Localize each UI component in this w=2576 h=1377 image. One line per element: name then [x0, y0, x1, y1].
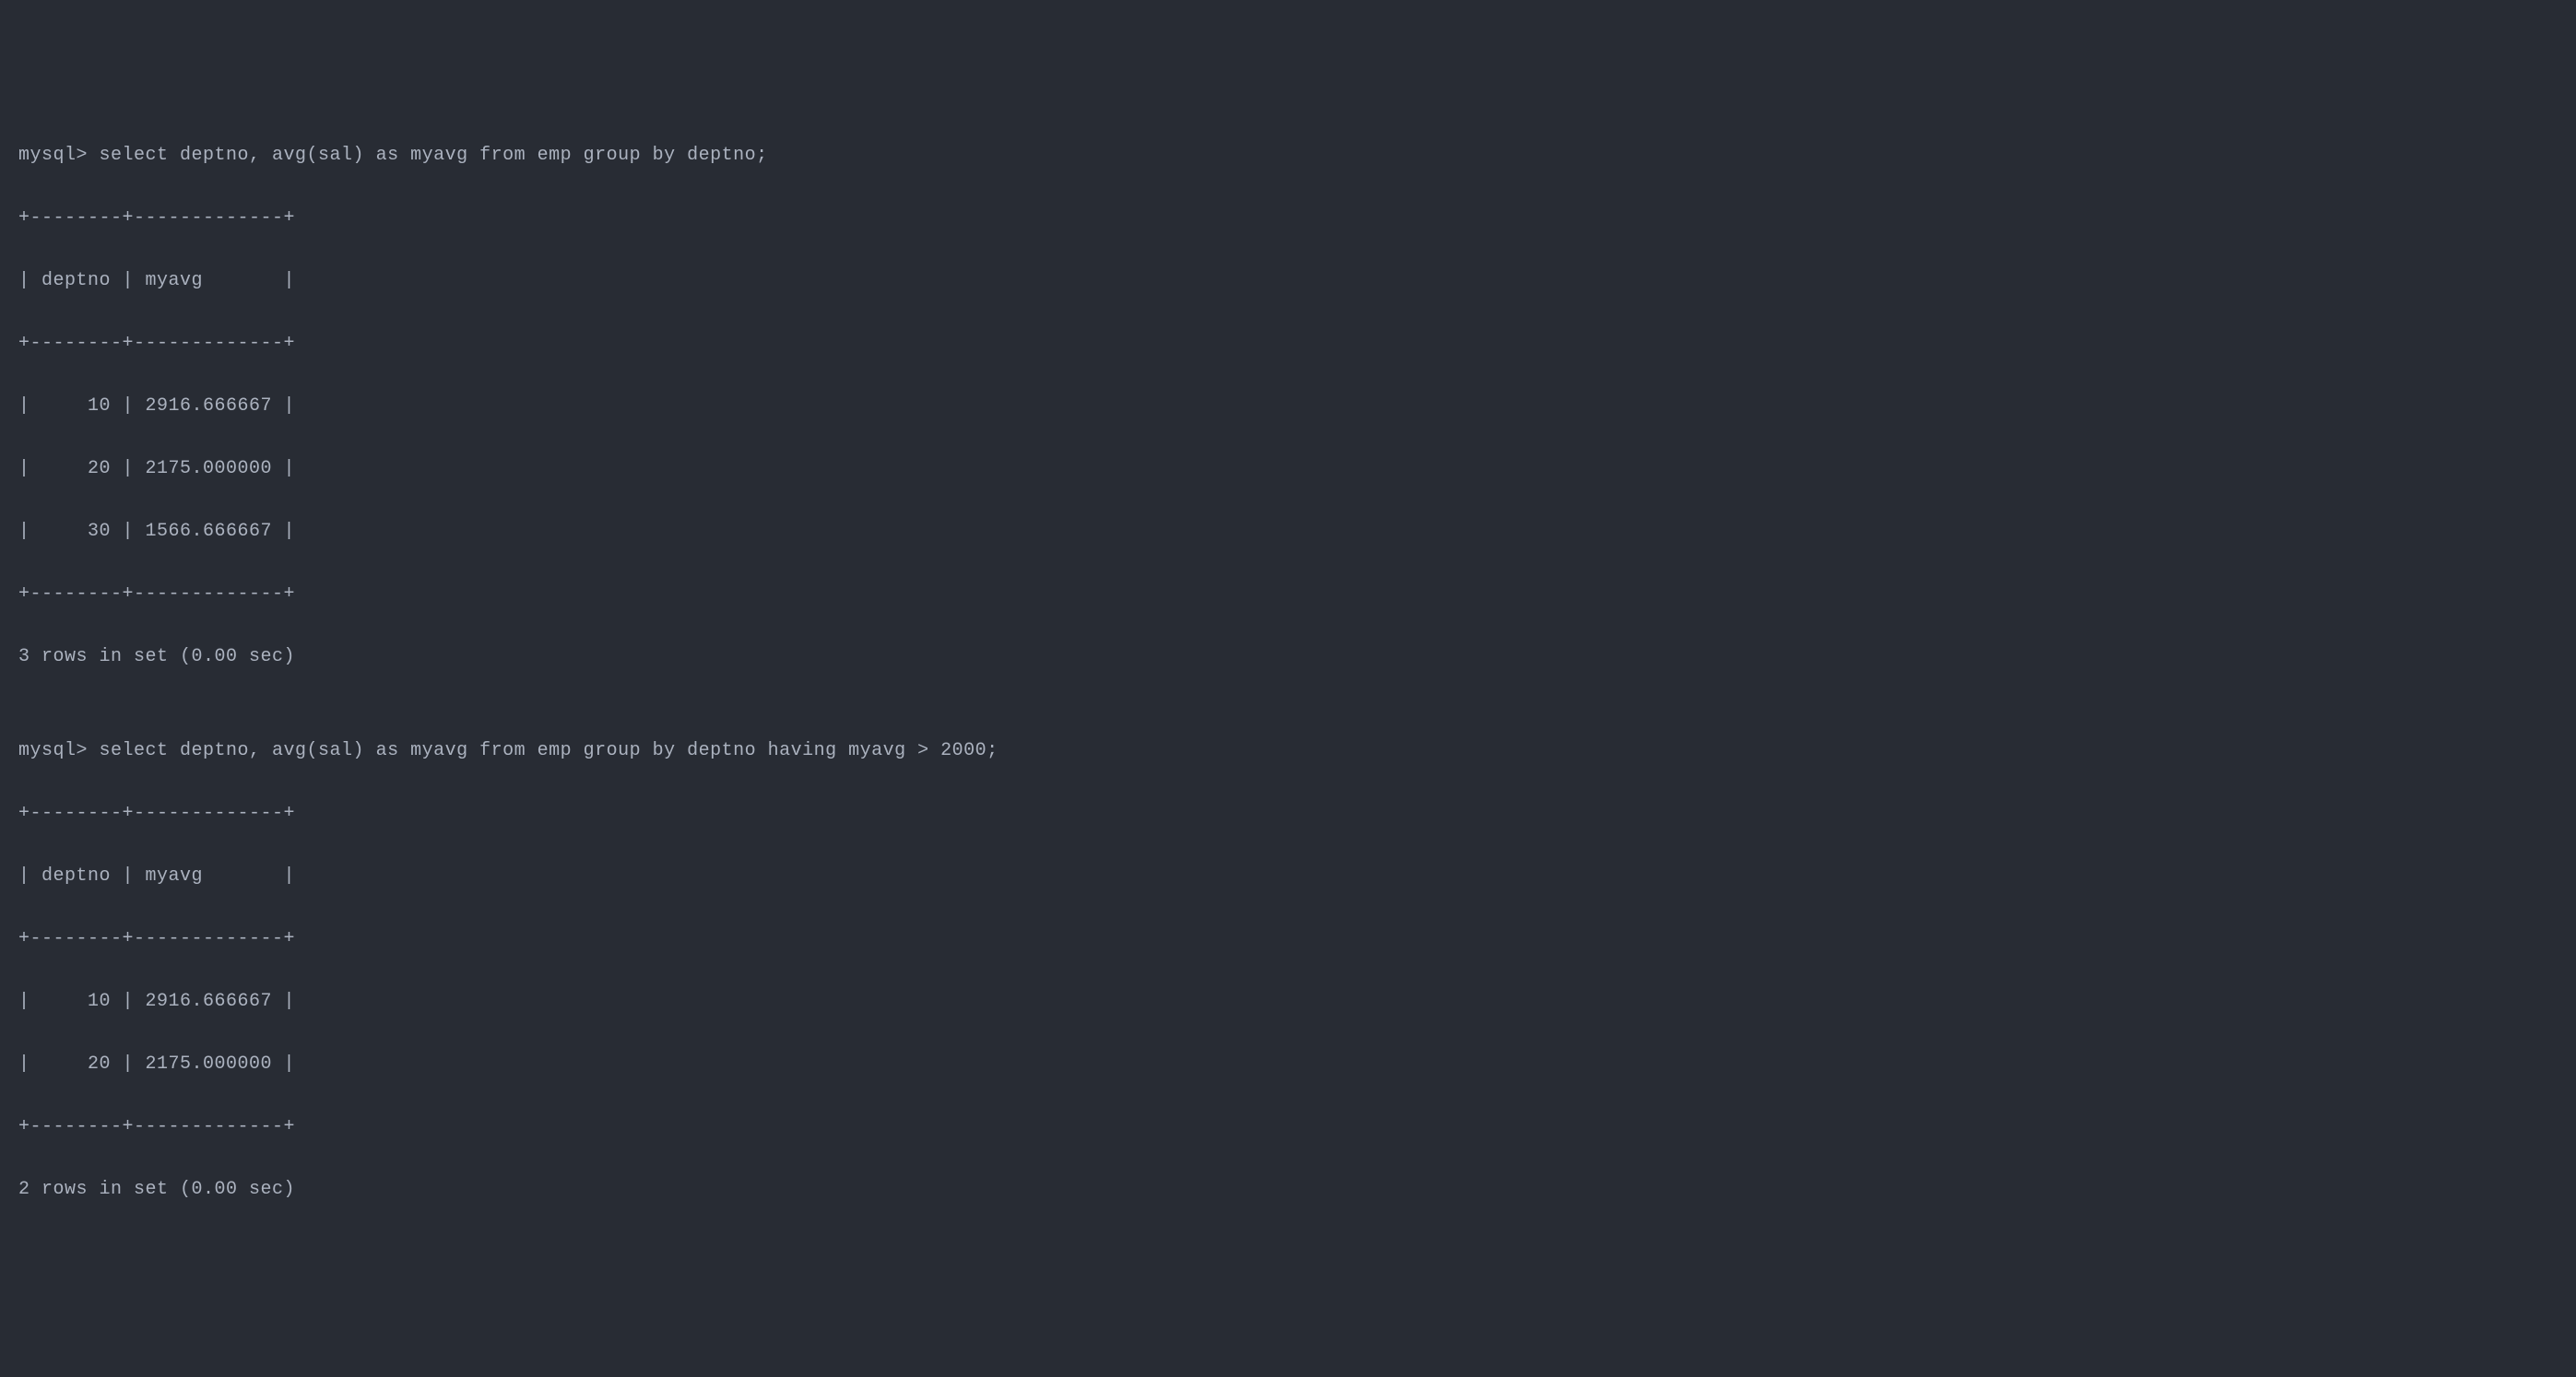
query-line-1: mysql> select deptno, avg(sal) as myavg …: [18, 140, 2558, 171]
table-row: | 10 | 2916.666667 |: [18, 391, 2558, 422]
result-footer: 3 rows in set (0.00 sec): [18, 641, 2558, 673]
table-row: | 30 | 1566.666667 |: [18, 516, 2558, 547]
table-header: | deptno | myavg |: [18, 265, 2558, 297]
table-border-top: +--------+-------------+: [18, 203, 2558, 234]
table-header: | deptno | myavg |: [18, 861, 2558, 892]
table-row: | 20 | 2175.000000 |: [18, 453, 2558, 485]
sql-statement: select deptno, avg(sal) as myavg from em…: [100, 740, 998, 761]
table-border-top: +--------+-------------+: [18, 798, 2558, 830]
sql-statement: select deptno, avg(sal) as myavg from em…: [100, 145, 768, 166]
table-border-mid: +--------+-------------+: [18, 924, 2558, 955]
table-border-bottom: +--------+-------------+: [18, 1112, 2558, 1143]
mysql-prompt: mysql>: [18, 145, 100, 166]
table-border-mid: +--------+-------------+: [18, 328, 2558, 359]
table-border-bottom: +--------+-------------+: [18, 579, 2558, 610]
query-line-2: mysql> select deptno, avg(sal) as myavg …: [18, 736, 2558, 767]
table-row: | 10 | 2916.666667 |: [18, 986, 2558, 1018]
result-footer: 2 rows in set (0.00 sec): [18, 1174, 2558, 1206]
mysql-prompt: mysql>: [18, 740, 100, 761]
table-row: | 20 | 2175.000000 |: [18, 1049, 2558, 1080]
